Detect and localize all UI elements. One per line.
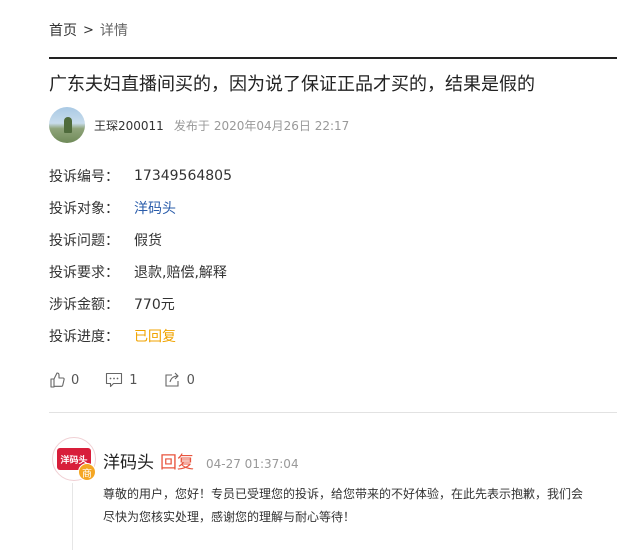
author-info: 王琛200011 发布于 2020年04月26日 22:17 (49, 107, 349, 143)
complaint-demand: 退款,赔偿,解释 (134, 265, 227, 281)
like-count: 0 (71, 372, 80, 388)
complaint-target-link[interactable]: 洋码头 (134, 198, 176, 218)
publish-time: 2020年04月26日 22:17 (213, 118, 350, 133)
thumbs-up-icon (49, 372, 65, 388)
info-row-amount: 涉诉金额： 770元 (49, 288, 232, 320)
info-label: 投诉问题： (49, 233, 119, 249)
info-row-issue: 投诉问题： 假货 (49, 224, 232, 256)
share-button[interactable]: 0 (164, 372, 195, 388)
title-divider (49, 57, 617, 59)
share-count: 0 (186, 372, 195, 388)
info-row-target: 投诉对象： 洋码头 (49, 192, 232, 224)
share-icon (164, 372, 181, 388)
breadcrumb: 首页 > 详情 (49, 20, 128, 40)
breadcrumb-separator: > (83, 22, 94, 38)
reply-tag: 回复 (160, 453, 194, 473)
reply-time: 04-27 01:37:04 (206, 457, 299, 471)
author-name[interactable]: 王琛200011 (94, 117, 164, 134)
section-divider (49, 412, 617, 413)
comment-button[interactable]: 1 (105, 372, 138, 388)
complaint-id: 17349564805 (134, 168, 232, 184)
comment-count: 1 (129, 372, 138, 388)
complaint-info-list: 投诉编号： 17349564805 投诉对象： 洋码头 投诉问题： 假货 投诉要… (49, 160, 232, 352)
reply-content: 尊敬的用户，您好！专员已受理您的投诉，给您带来的不好体验，在此先表示抱歉，我们会… (103, 487, 584, 524)
timeline-line (72, 483, 73, 550)
like-button[interactable]: 0 (49, 372, 79, 388)
merchant-badge: 商 (78, 463, 96, 481)
action-bar: 0 1 0 (49, 372, 221, 388)
info-row-progress: 投诉进度： 已回复 (49, 320, 232, 352)
complaint-issue: 假货 (134, 233, 162, 249)
info-label: 投诉编号： (49, 169, 119, 185)
info-label: 投诉要求： (49, 265, 119, 281)
reply-avatar[interactable]: 洋码头 商 (52, 437, 96, 481)
reply-author-name[interactable]: 洋码头 (103, 448, 154, 473)
page-title: 广东夫妇直播间买的，因为说了保证正品才买的，结果是假的 (49, 74, 535, 95)
avatar[interactable] (49, 107, 85, 143)
breadcrumb-current: 详情 (99, 23, 128, 39)
info-label: 投诉对象： (49, 201, 119, 217)
info-row-id: 投诉编号： 17349564805 (49, 160, 232, 192)
info-label: 投诉进度： (49, 329, 119, 345)
publish-prefix: 发布于 (173, 118, 210, 133)
comment-icon (105, 372, 123, 388)
info-label: 涉诉金额： (49, 297, 119, 313)
info-row-demand: 投诉要求： 退款,赔偿,解释 (49, 256, 232, 288)
status-badge: 已回复 (134, 329, 176, 345)
reply-header: 洋码头 回复 04-27 01:37:04 (103, 448, 299, 473)
breadcrumb-home-link[interactable]: 首页 (49, 20, 77, 40)
complaint-amount: 770元 (134, 297, 175, 313)
